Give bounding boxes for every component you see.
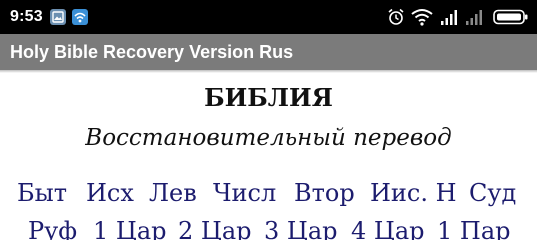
book-link-exodus[interactable]: Исх	[86, 176, 134, 210]
bible-heading: БИБЛИЯ	[204, 83, 333, 112]
wifi-signal-icon	[411, 9, 433, 26]
alarm-icon	[388, 8, 404, 25]
book-link-2-samuel[interactable]: 2 Цар	[178, 214, 252, 240]
bible-subheading: Восстановительный перевод	[85, 125, 452, 151]
book-link-joshua[interactable]: Иис. Н	[370, 176, 457, 210]
book-links-row: Быт Исх Лев Числ Втор Иис. Н Суд	[0, 176, 537, 210]
wifi-notification-icon	[72, 9, 88, 25]
book-link-1-kings[interactable]: 3 Цар	[264, 214, 338, 240]
app-title: Holy Bible Recovery Version Rus	[10, 42, 294, 62]
app-bar: Holy Bible Recovery Version Rus	[0, 34, 537, 70]
book-link-ruth[interactable]: Руф	[28, 214, 77, 240]
status-bar: 9:53	[0, 0, 537, 34]
book-links-row: Руф 1 Цар 2 Цар 3 Цар 4 Цар 1 Пар	[0, 214, 537, 240]
book-link-judges[interactable]: Суд	[469, 176, 516, 210]
battery-icon	[493, 9, 528, 25]
screen: 9:53 Holy Bible Recovery Version Rus БИБ…	[0, 0, 537, 240]
content-area: БИБЛИЯ Восстановительный перевод Быт Исх…	[0, 73, 537, 240]
book-link-leviticus[interactable]: Лев	[149, 176, 197, 210]
status-time: 9:53	[10, 8, 43, 25]
cell-signal-icon	[441, 10, 457, 25]
image-notification-icon	[50, 9, 66, 25]
book-link-numbers[interactable]: Числ	[213, 176, 276, 210]
cell-signal-weak-icon	[466, 10, 482, 25]
book-link-genesis[interactable]: Быт	[17, 176, 67, 210]
book-link-1-chronicles[interactable]: 1 Пар	[437, 214, 511, 240]
book-link-1-samuel[interactable]: 1 Цар	[93, 214, 167, 240]
book-link-deuteronomy[interactable]: Втор	[294, 176, 355, 210]
book-link-2-kings[interactable]: 4 Цар	[351, 214, 425, 240]
